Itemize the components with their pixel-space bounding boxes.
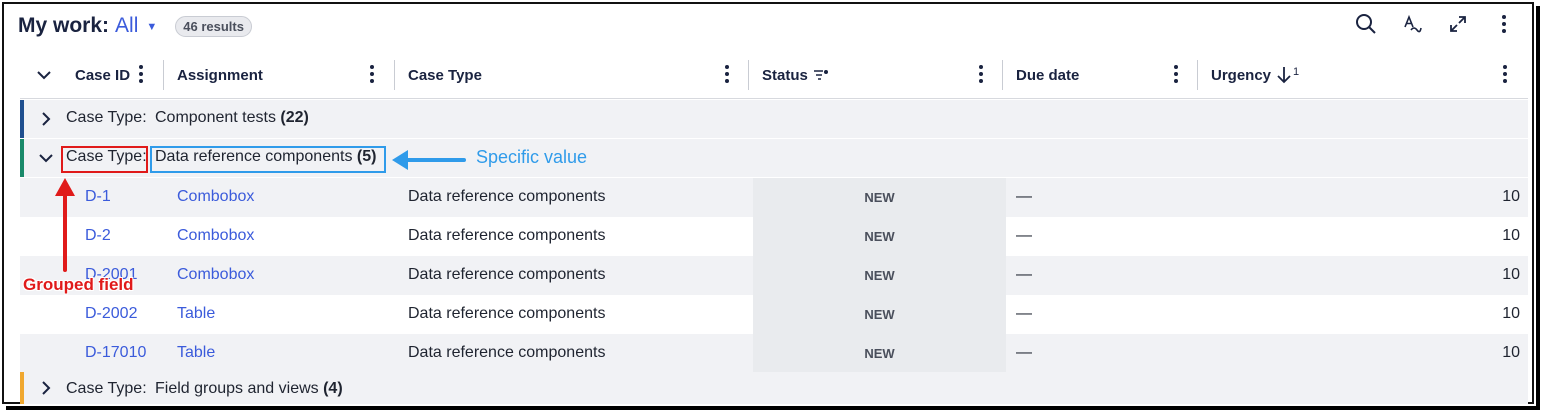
due-date-cell: — (1016, 188, 1032, 205)
urgency-menu-icon[interactable] (1501, 65, 1509, 85)
column-case-type[interactable]: Case Type (408, 52, 482, 98)
sort-descending-icon[interactable] (1277, 66, 1291, 84)
urgency-cell: 10 (1502, 266, 1520, 283)
urgency-column-label: Urgency (1211, 66, 1272, 84)
case-type-cell: Data reference components (408, 305, 606, 322)
assignment-link[interactable]: Combobox (177, 227, 254, 245)
case-id-link[interactable]: D-2002 (85, 305, 137, 323)
format-text-icon[interactable] (1400, 12, 1424, 36)
assignment-link[interactable]: Combobox (177, 266, 254, 284)
table-row[interactable]: D-2001 Combobox Data reference component… (20, 256, 1528, 295)
column-due-date[interactable]: Due date (1016, 52, 1079, 98)
column-divider[interactable] (1197, 60, 1198, 90)
status-badge: NEW (753, 178, 1006, 217)
column-case-id[interactable]: Case ID (75, 52, 130, 98)
due-date-cell: — (1016, 227, 1032, 244)
assignment-link[interactable]: Combobox (177, 188, 254, 206)
case-id-link[interactable]: D-17010 (85, 344, 146, 362)
results-count-badge: 46 results (175, 15, 252, 37)
case-type-cell: Data reference components (408, 227, 606, 244)
due-date-cell: — (1016, 344, 1032, 361)
assignment-link[interactable]: Table (177, 305, 215, 323)
urgency-cell: 10 (1502, 227, 1520, 244)
status-badge: NEW (753, 256, 1006, 295)
urgency-cell: 10 (1502, 344, 1520, 361)
urgency-cell: 10 (1502, 188, 1520, 205)
more-options-icon[interactable] (1492, 12, 1516, 36)
due-date-menu-icon[interactable] (1172, 65, 1180, 85)
sort-order-indicator: 1 (1293, 66, 1300, 78)
chevron-right-icon[interactable] (38, 111, 54, 127)
case-type-menu-icon[interactable] (723, 65, 731, 85)
group-value: Field groups and views (4) (155, 380, 343, 397)
case-type-cell: Data reference components (408, 266, 606, 283)
collapse-all-icon[interactable] (36, 52, 52, 98)
grouped-field-highlight (61, 146, 148, 173)
page-title: My work: (18, 14, 110, 37)
column-divider[interactable] (1002, 60, 1003, 90)
column-status[interactable]: Status (762, 52, 829, 98)
grouped-field-annotation: Grouped field (23, 275, 134, 294)
specific-value-highlight (150, 146, 386, 173)
group-field-label: Case Type: (66, 109, 147, 126)
urgency-cell: 10 (1502, 305, 1520, 322)
case-type-cell: Data reference components (408, 344, 606, 361)
filter-active-icon[interactable] (813, 69, 829, 81)
table-row[interactable]: D-2002 Table Data reference components N… (20, 295, 1528, 334)
status-menu-icon[interactable] (977, 65, 985, 85)
column-assignment[interactable]: Assignment (177, 52, 263, 98)
arrow-up-annotation-icon (55, 178, 75, 272)
view-selector[interactable]: All (115, 14, 138, 38)
panel-shadow-bottom (6, 406, 1540, 410)
column-header-row: Case ID Assignment Case Type Status Due … (20, 52, 1528, 99)
chevron-right-icon[interactable] (38, 380, 54, 396)
due-date-cell: — (1016, 305, 1032, 322)
case-type-cell: Data reference components (408, 188, 606, 205)
panel-shadow-right (1536, 6, 1540, 406)
group-color-bar (20, 100, 24, 138)
case-id-link[interactable]: D-1 (85, 188, 111, 206)
assignment-link[interactable]: Table (177, 344, 215, 362)
list-header: My work: All ▼ 46 results (18, 12, 252, 40)
case-id-link[interactable]: D-2 (85, 227, 111, 245)
due-date-cell: — (1016, 266, 1032, 283)
status-badge: NEW (753, 334, 1006, 373)
search-icon[interactable] (1354, 12, 1378, 36)
column-urgency[interactable]: Urgency 1 (1211, 52, 1299, 98)
chevron-down-icon[interactable] (38, 150, 54, 166)
toolbar (1354, 12, 1516, 36)
group-value: Component tests (22) (155, 109, 309, 126)
group-row-field-groups-and-views[interactable]: Case Type: Field groups and views (4) (20, 372, 1528, 404)
group-field-label: Case Type: (66, 380, 147, 397)
case-id-menu-icon[interactable] (137, 65, 145, 85)
table-row[interactable]: D-2 Combobox Data reference components N… (20, 217, 1528, 256)
table-row[interactable]: D-17010 Table Data reference components … (20, 334, 1528, 373)
group-color-bar (20, 372, 24, 404)
status-badge: NEW (753, 295, 1006, 334)
column-divider[interactable] (394, 60, 395, 90)
column-divider[interactable] (748, 60, 749, 90)
arrow-left-annotation-icon (392, 150, 466, 170)
table-row[interactable]: D-1 Combobox Data reference components N… (20, 178, 1528, 217)
specific-value-annotation: Specific value (476, 147, 588, 167)
column-divider[interactable] (163, 60, 164, 90)
chevron-down-icon[interactable]: ▼ (146, 21, 157, 33)
status-column-label: Status (762, 66, 808, 84)
status-badge: NEW (753, 217, 1006, 256)
group-color-bar (20, 139, 24, 177)
assignment-menu-icon[interactable] (368, 65, 376, 85)
group-row-component-tests[interactable]: Case Type: Component tests (22) (20, 100, 1528, 138)
expand-icon[interactable] (1446, 12, 1470, 36)
